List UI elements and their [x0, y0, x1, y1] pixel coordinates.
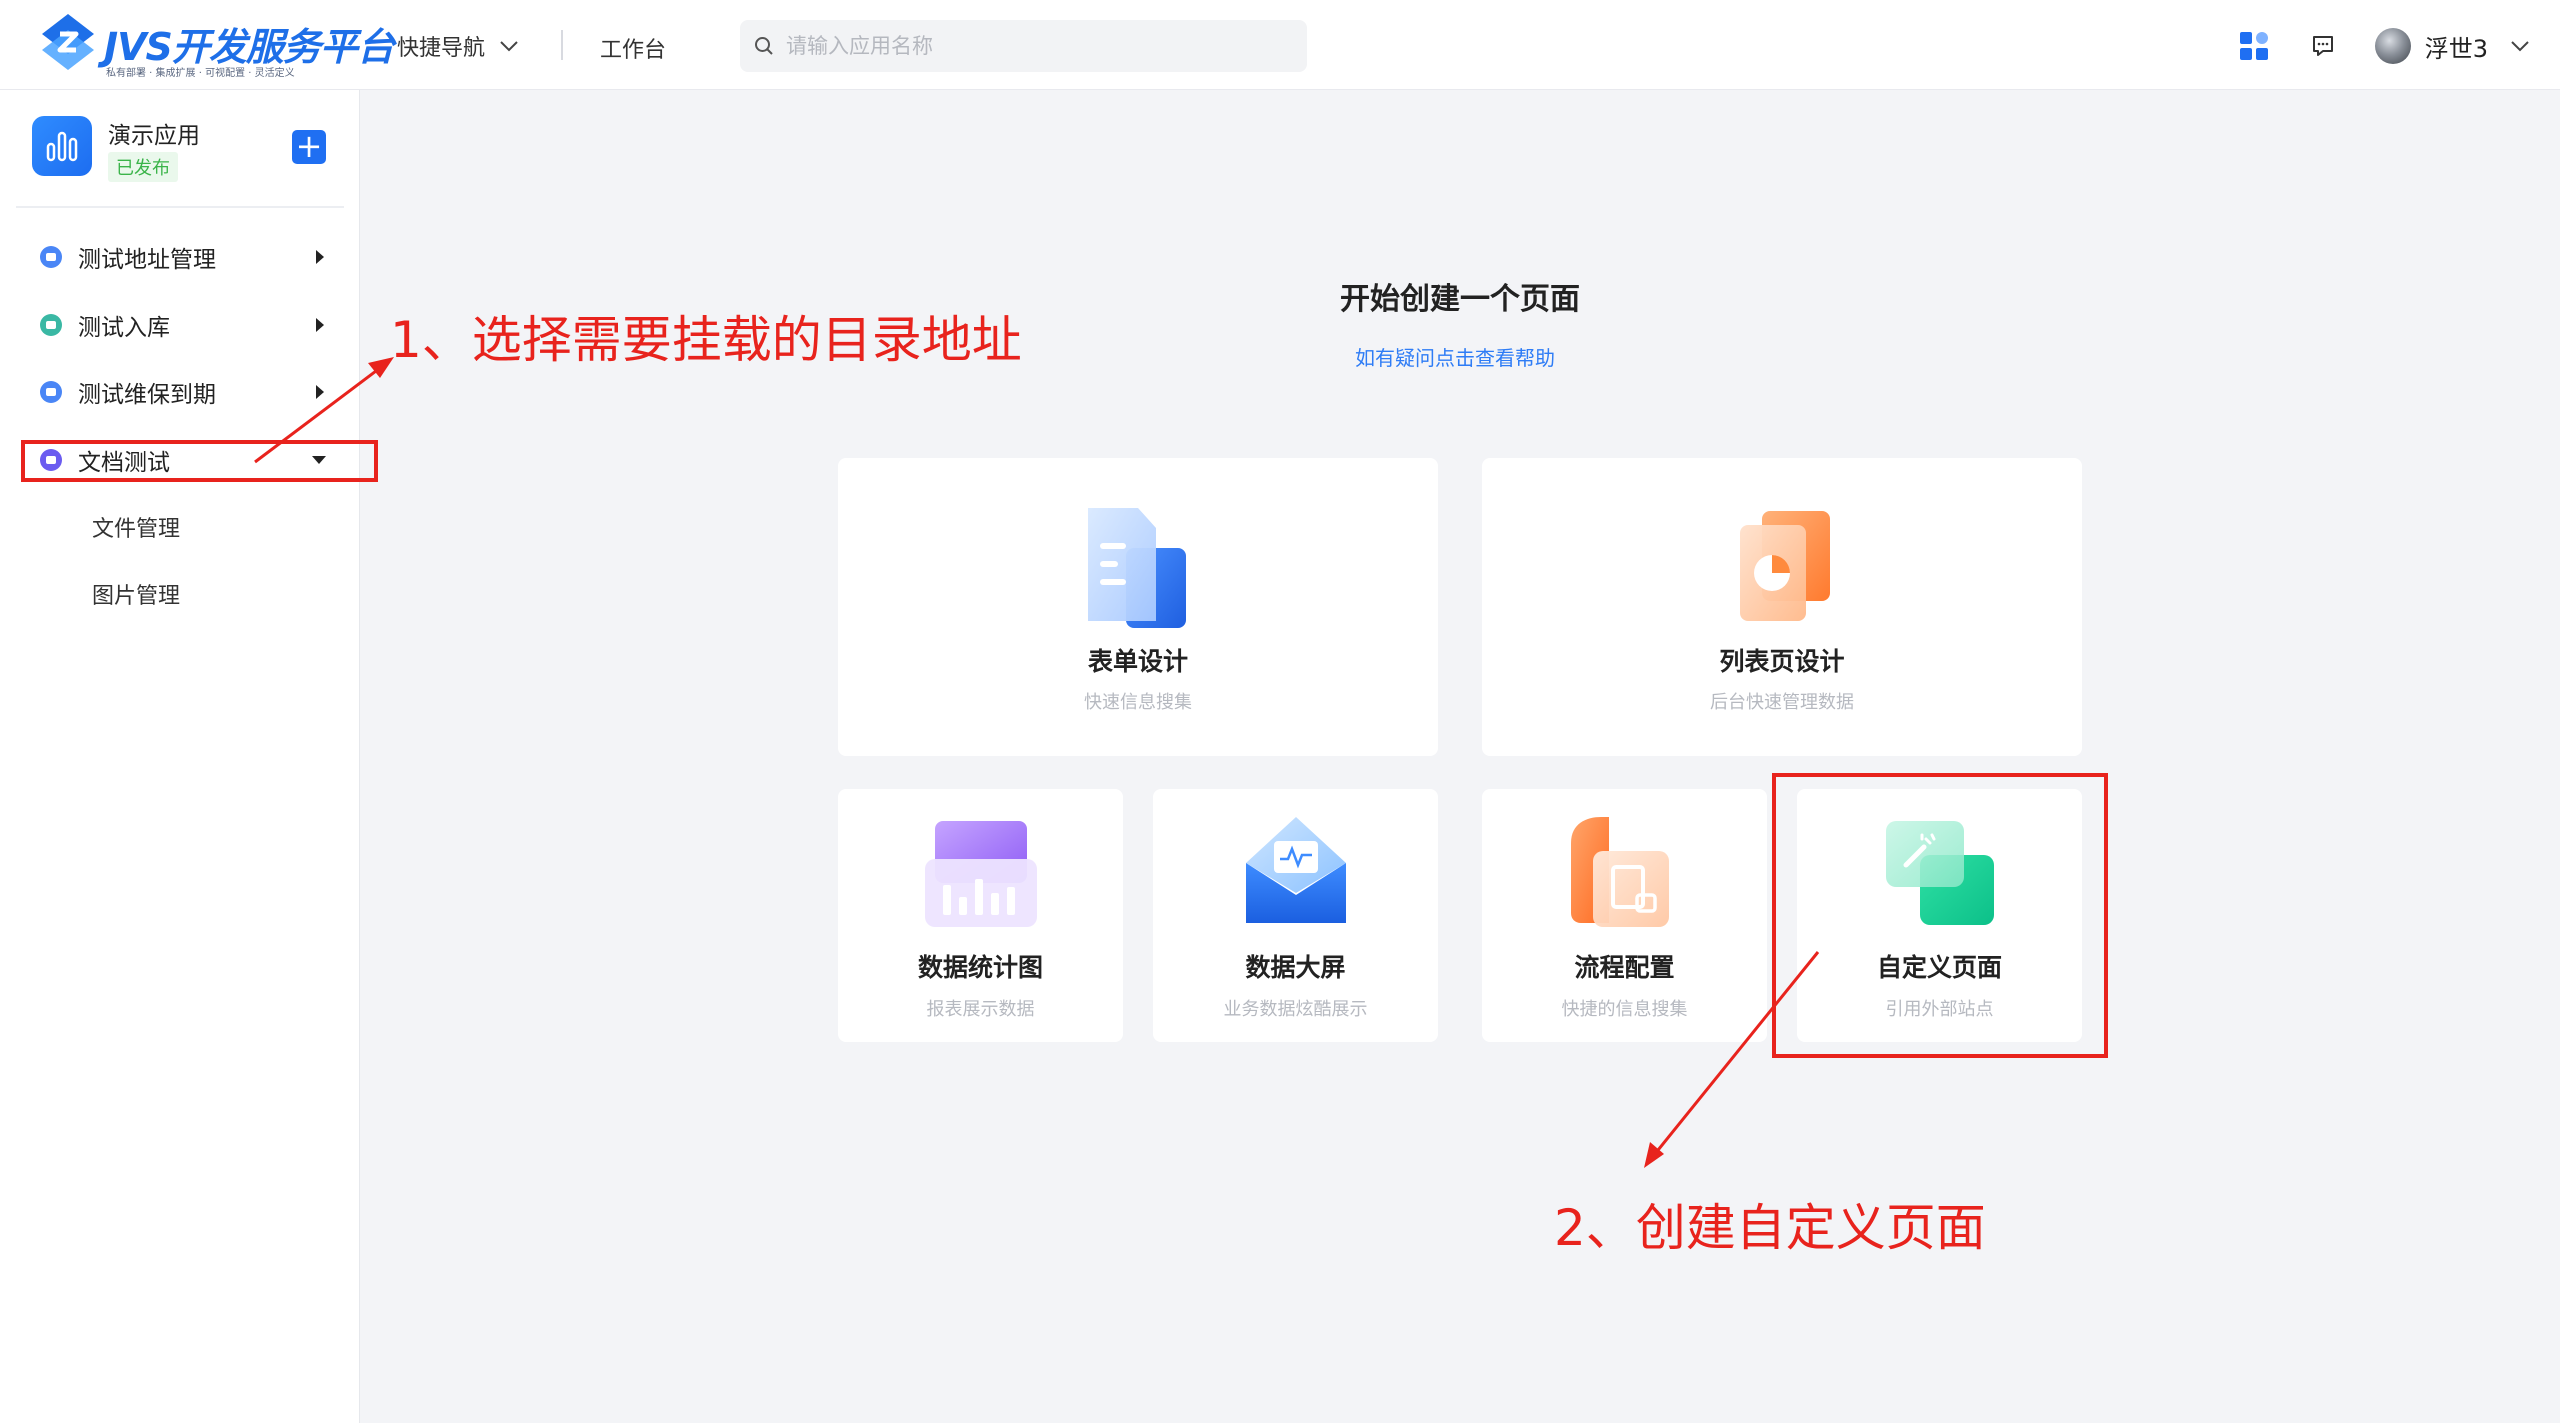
sidebar-subitem-image-management[interactable]: 图片管理 — [92, 578, 180, 610]
logo-title: JVS开发服务平台 — [104, 25, 395, 69]
app-name: 演示应用 — [108, 123, 200, 149]
sidebar-divider — [16, 206, 344, 208]
top-bar: JVS开发服务平台 私有部署 · 集成扩展 · 可视配置 · 灵活定义 快捷导航… — [0, 0, 2560, 90]
app-search-box[interactable] — [740, 20, 1307, 72]
sidebar-item-label: 测试地址管理 — [78, 247, 216, 273]
logo[interactable]: JVS开发服务平台 私有部署 · 集成扩展 · 可视配置 · 灵活定义 — [38, 12, 395, 79]
quick-nav-label: 快捷导航 — [397, 36, 486, 61]
annotation-box-doc-test — [21, 440, 378, 482]
bar-chart-icon — [46, 131, 78, 162]
form-design-icon — [1088, 508, 1186, 628]
workbench-link[interactable]: 工作台 — [600, 32, 666, 64]
card-desc: 业务数据炫酷展示 — [1223, 999, 1368, 1020]
add-menu-button[interactable]: + — [292, 130, 326, 164]
help-link[interactable]: 如有疑问点击查看帮助 — [1355, 342, 1555, 371]
list-page-icon — [1740, 511, 1830, 621]
sidebar: 演示应用 已发布 + 测试地址管理 测试入库 测试维保到期 文档测试 文件管理 … — [0, 90, 360, 1423]
sidebar-item-test-address[interactable]: 测试地址管理 — [40, 232, 340, 282]
annotation-box-custom-page — [1772, 773, 2108, 1058]
card-desc: 后台快速管理数据 — [1710, 692, 1854, 713]
grid-apps-icon[interactable] — [2239, 31, 2269, 61]
data-screen-icon — [1246, 817, 1346, 923]
workflow-icon — [1571, 817, 1669, 927]
status-badge: 已发布 — [108, 152, 178, 182]
sidebar-item-label: 测试入库 — [78, 315, 170, 341]
logo-subtitle: 私有部署 · 集成扩展 · 可视配置 · 灵活定义 — [106, 68, 295, 79]
sidebar-item-test-storage[interactable]: 测试入库 — [40, 300, 340, 350]
annotation-step2: 2、创建自定义页面 — [1554, 1199, 1986, 1257]
card-title: 数据统计图 — [917, 953, 1043, 982]
search-icon — [755, 37, 773, 55]
quick-nav-menu[interactable]: 快捷导航 — [397, 30, 519, 62]
sidebar-item-test-maintenance[interactable]: 测试维保到期 — [40, 367, 340, 417]
sidebar-subitem-file-management[interactable]: 文件管理 — [92, 511, 180, 543]
chevron-down-icon — [500, 41, 518, 52]
card-title: 流程配置 — [1574, 953, 1675, 982]
card-data-screen[interactable]: 数据大屏 业务数据炫酷展示 — [1153, 789, 1438, 1042]
page: JVS开发服务平台 私有部署 · 集成扩展 · 可视配置 · 灵活定义 快捷导航… — [0, 0, 2560, 1423]
app-search-input[interactable] — [784, 33, 1288, 59]
chevron-down-icon[interactable] — [2510, 40, 2530, 52]
card-desc: 报表展示数据 — [926, 999, 1035, 1020]
message-icon[interactable] — [2311, 34, 2335, 58]
caret-right-icon — [316, 250, 324, 264]
caret-right-icon — [316, 318, 324, 332]
card-title: 列表页设计 — [1719, 647, 1845, 676]
username[interactable]: 浮世3 — [2425, 29, 2488, 64]
list-icon — [40, 381, 62, 403]
box-icon — [40, 314, 62, 336]
card-list-page-design[interactable]: 列表页设计 后台快速管理数据 — [1482, 458, 2082, 756]
card-desc: 快捷的信息搜集 — [1561, 999, 1688, 1020]
card-title: 表单设计 — [1087, 647, 1188, 676]
sidebar-item-label: 测试维保到期 — [78, 382, 216, 408]
card-data-chart[interactable]: 数据统计图 报表展示数据 — [838, 789, 1123, 1042]
card-form-design[interactable]: 表单设计 快速信息搜集 — [838, 458, 1438, 756]
nav-divider — [561, 30, 563, 60]
card-title: 数据大屏 — [1245, 953, 1346, 982]
app-icon — [32, 116, 92, 176]
card-workflow-config[interactable]: 流程配置 快捷的信息搜集 — [1482, 789, 1767, 1042]
app-header: 演示应用 已发布 + — [32, 114, 342, 204]
page-title: 开始创建一个页面 — [1340, 282, 1580, 317]
annotation-step1: 1、选择需要挂载的目录地址 — [390, 311, 1022, 369]
user-area: 浮世3 — [2239, 22, 2530, 70]
chart-stats-icon — [925, 821, 1037, 927]
card-desc: 快速信息搜集 — [1084, 692, 1192, 713]
search-icon — [40, 246, 62, 268]
caret-right-icon — [316, 385, 324, 399]
logo-icon — [42, 14, 94, 70]
avatar[interactable] — [2374, 28, 2411, 64]
